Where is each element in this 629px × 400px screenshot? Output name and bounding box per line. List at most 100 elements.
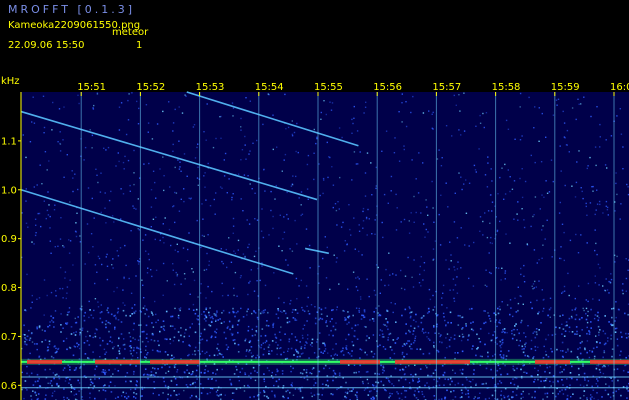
noise-speck bbox=[373, 320, 375, 322]
noise-speck bbox=[305, 285, 308, 287]
noise-speck bbox=[89, 396, 91, 399]
noise-speck bbox=[456, 292, 459, 294]
noise-speck bbox=[248, 282, 250, 284]
noise-speck bbox=[467, 389, 469, 392]
noise-speck bbox=[562, 393, 565, 395]
noise-speck bbox=[124, 396, 126, 398]
noise-speck bbox=[114, 326, 116, 329]
noise-speck bbox=[57, 385, 60, 388]
noise-speck bbox=[408, 329, 410, 332]
noise-speck bbox=[135, 208, 137, 210]
noise-speck bbox=[451, 135, 453, 137]
noise-speck bbox=[335, 322, 337, 324]
noise-speck bbox=[287, 397, 289, 399]
noise-speck bbox=[274, 336, 277, 339]
noise-speck bbox=[203, 372, 206, 374]
noise-speck bbox=[245, 97, 247, 99]
noise-speck bbox=[117, 310, 119, 313]
noise-speck bbox=[357, 324, 359, 326]
noise-speck bbox=[355, 277, 357, 279]
noise-speck bbox=[521, 168, 523, 170]
noise-speck bbox=[542, 310, 544, 312]
noise-speck bbox=[422, 328, 424, 330]
noise-speck bbox=[590, 115, 592, 118]
noise-speck bbox=[122, 302, 124, 304]
noise-speck bbox=[248, 223, 251, 225]
noise-speck bbox=[352, 314, 354, 317]
noise-speck bbox=[31, 294, 33, 297]
noise-speck bbox=[440, 194, 442, 196]
noise-speck bbox=[110, 313, 113, 316]
noise-speck bbox=[213, 198, 215, 201]
noise-speck bbox=[499, 367, 501, 370]
noise-speck bbox=[454, 269, 456, 271]
noise-speck bbox=[374, 294, 377, 296]
noise-speck bbox=[178, 140, 180, 142]
noise-speck bbox=[368, 218, 370, 220]
noise-speck bbox=[175, 394, 178, 396]
noise-speck bbox=[301, 213, 304, 215]
noise-speck bbox=[130, 346, 133, 349]
noise-speck bbox=[426, 312, 429, 314]
noise-speck bbox=[563, 259, 565, 262]
noise-speck bbox=[138, 229, 141, 231]
noise-speck bbox=[287, 389, 289, 392]
noise-speck bbox=[579, 335, 581, 337]
noise-speck bbox=[512, 391, 514, 393]
noise-speck bbox=[504, 193, 507, 195]
noise-speck bbox=[276, 368, 278, 371]
noise-speck bbox=[622, 292, 624, 295]
noise-speck bbox=[216, 310, 218, 312]
noise-speck bbox=[89, 129, 91, 131]
noise-speck bbox=[150, 371, 153, 373]
noise-speck bbox=[34, 391, 37, 394]
noise-speck bbox=[188, 232, 190, 234]
noise-speck bbox=[342, 221, 344, 224]
noise-speck bbox=[566, 394, 569, 397]
noise-speck bbox=[564, 325, 567, 327]
noise-speck bbox=[423, 223, 425, 225]
noise-speck bbox=[32, 390, 34, 392]
noise-speck bbox=[133, 347, 135, 349]
noise-speck bbox=[297, 388, 300, 390]
noise-speck bbox=[256, 394, 259, 397]
noise-speck bbox=[231, 333, 234, 335]
noise-speck bbox=[571, 309, 574, 311]
noise-speck bbox=[59, 143, 62, 145]
noise-speck bbox=[294, 309, 297, 311]
noise-speck bbox=[247, 246, 249, 249]
noise-speck bbox=[433, 395, 436, 397]
noise-speck bbox=[134, 388, 137, 390]
noise-speck bbox=[246, 310, 248, 313]
noise-speck bbox=[384, 389, 386, 391]
noise-speck bbox=[207, 234, 209, 236]
noise-speck bbox=[132, 337, 134, 339]
y-tick-label: 0.8 bbox=[1, 283, 17, 294]
noise-speck bbox=[507, 128, 510, 130]
noise-speck bbox=[375, 307, 377, 309]
noise-speck bbox=[264, 190, 266, 192]
noise-speck bbox=[347, 388, 349, 390]
noise-speck bbox=[311, 395, 313, 398]
noise-speck bbox=[267, 325, 270, 327]
noise-speck bbox=[411, 276, 413, 278]
noise-speck bbox=[164, 217, 166, 219]
noise-speck bbox=[162, 262, 165, 265]
noise-speck bbox=[279, 347, 281, 350]
noise-speck bbox=[214, 213, 216, 215]
noise-speck bbox=[355, 163, 358, 165]
carrier-hotspot bbox=[27, 359, 62, 364]
noise-speck bbox=[45, 394, 47, 396]
noise-speck bbox=[575, 333, 578, 335]
noise-speck bbox=[153, 339, 156, 342]
noise-speck bbox=[442, 374, 445, 377]
noise-speck bbox=[567, 350, 569, 352]
noise-speck bbox=[530, 225, 532, 228]
noise-speck bbox=[432, 294, 434, 297]
noise-speck bbox=[293, 354, 295, 356]
noise-speck bbox=[456, 276, 458, 278]
noise-speck bbox=[272, 148, 274, 151]
noise-speck bbox=[400, 269, 402, 272]
noise-speck bbox=[574, 297, 576, 300]
noise-speck bbox=[403, 218, 406, 221]
